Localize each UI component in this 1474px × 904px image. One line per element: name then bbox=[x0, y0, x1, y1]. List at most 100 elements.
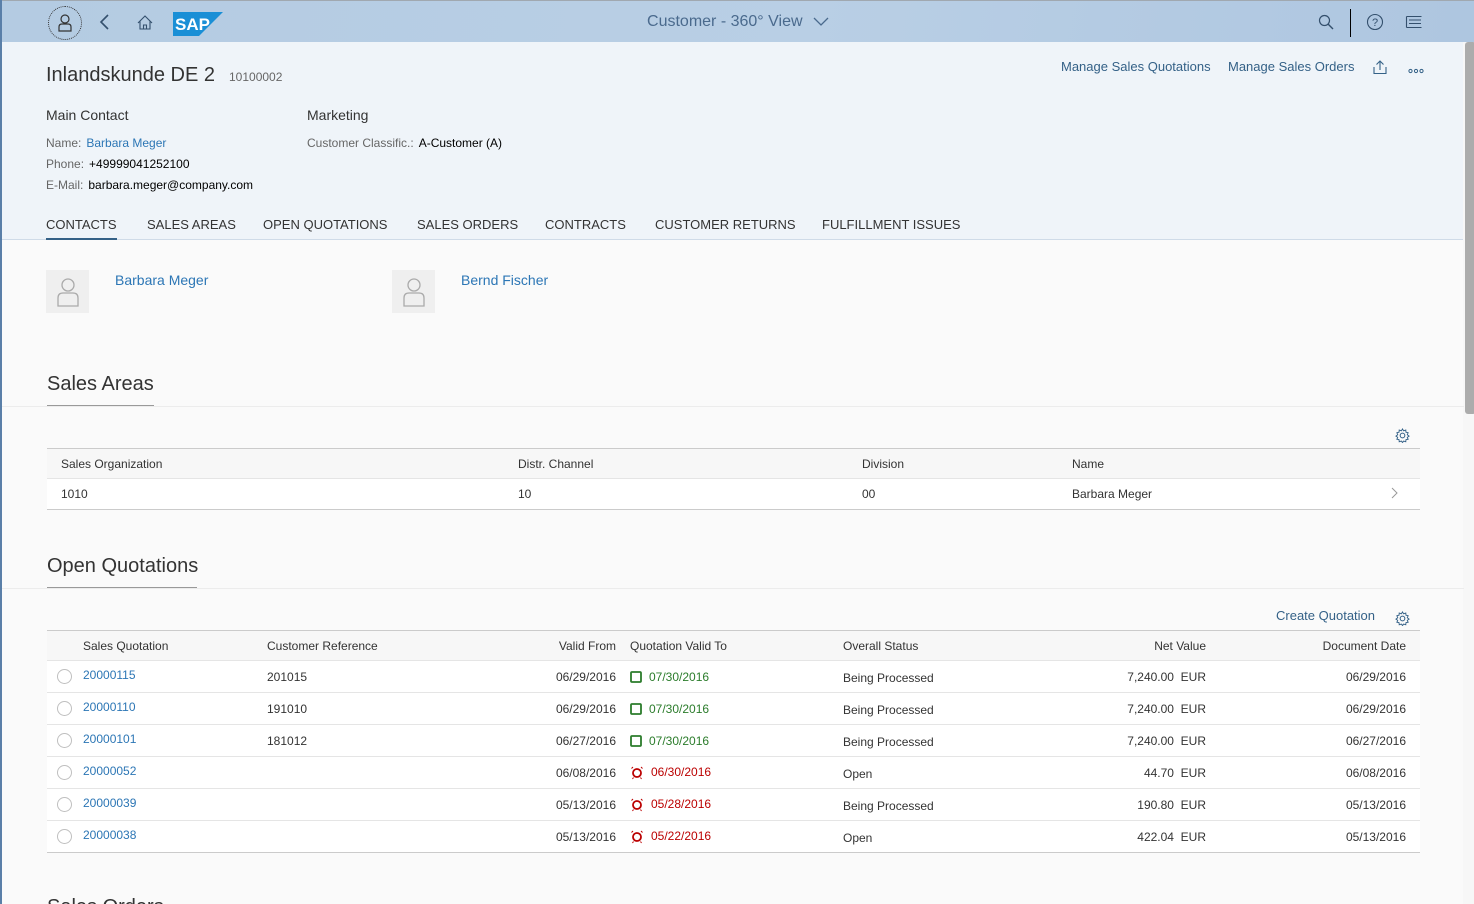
net-value-currency: EUR bbox=[1180, 797, 1206, 812]
column-header[interactable]: Overall Status bbox=[843, 630, 993, 661]
sales-quotation-link[interactable]: 20000039 bbox=[83, 796, 136, 810]
contact-email-value: barbara.meger@company.com bbox=[88, 178, 254, 192]
sales-quotation-link[interactable]: 20000110 bbox=[83, 700, 136, 714]
net-value-amount: 422.04 bbox=[1137, 829, 1174, 844]
table-row[interactable]: 20000110 191010 06/29/2016 07/30/2016 Being … bbox=[47, 692, 1420, 725]
sales-quotation-cell: 20000110 bbox=[83, 692, 267, 725]
valid-from-cell: 06/08/2016 bbox=[487, 756, 630, 789]
document-date-cell: 06/29/2016 bbox=[1211, 692, 1420, 725]
open-quotations-table: Sales Quotation Customer Reference Valid… bbox=[47, 630, 1420, 853]
column-header[interactable]: Net Value bbox=[993, 630, 1211, 661]
row-select[interactable] bbox=[47, 820, 83, 853]
column-header[interactable]: Division bbox=[862, 448, 1072, 479]
table-row[interactable]: 20000115 201015 06/29/2016 07/30/2016 Being … bbox=[47, 660, 1420, 693]
document-date-cell: 05/13/2016 bbox=[1211, 820, 1420, 853]
contact-name-field: Name: Barbara Meger bbox=[46, 136, 166, 150]
column-header[interactable]: Quotation Valid To bbox=[630, 630, 843, 661]
sales-org-cell: 1010 bbox=[47, 478, 518, 510]
table-row[interactable]: 1010 10 00 Barbara Meger bbox=[47, 478, 1420, 510]
tab-contacts[interactable]: CONTACTS bbox=[46, 217, 117, 240]
column-header[interactable]: Valid From bbox=[487, 630, 630, 661]
notifications-button[interactable] bbox=[1403, 11, 1425, 33]
quotations-settings-button[interactable] bbox=[1394, 610, 1410, 626]
customer-reference-cell: 181012 bbox=[267, 724, 487, 757]
marketing-title: Marketing bbox=[307, 107, 369, 123]
row-navigation[interactable] bbox=[1390, 478, 1420, 510]
overall-status-cell: Open bbox=[843, 820, 993, 853]
valid-to-cell: 07/30/2016 bbox=[630, 692, 843, 725]
column-header[interactable]: Customer Reference bbox=[267, 630, 487, 661]
column-header[interactable]: Sales Quotation bbox=[83, 630, 267, 661]
tab-fulfillment-issues[interactable]: FULFILLMENT ISSUES bbox=[822, 217, 960, 240]
table-row[interactable]: 20000038 05/13/2016 05/22/2016 Open 422.04 E… bbox=[47, 820, 1420, 853]
row-radio-button[interactable] bbox=[57, 701, 72, 717]
contact-name-link[interactable]: Bernd Fischer bbox=[461, 272, 548, 288]
more-button[interactable] bbox=[1407, 62, 1425, 80]
manage-sales-quotations-link[interactable]: Manage Sales Quotations bbox=[1061, 59, 1211, 74]
overdue-alarm-icon bbox=[631, 766, 643, 780]
manage-sales-orders-link[interactable]: Manage Sales Orders bbox=[1228, 59, 1354, 74]
valid-to-cell: 07/30/2016 bbox=[630, 724, 843, 757]
row-radio-button[interactable] bbox=[57, 829, 72, 845]
row-select[interactable] bbox=[47, 660, 83, 693]
customer-reference-cell: 201015 bbox=[267, 660, 487, 693]
gear-icon bbox=[1394, 427, 1410, 443]
sales-quotation-link[interactable]: 20000038 bbox=[83, 828, 136, 842]
table-row[interactable]: 20000101 181012 06/27/2016 07/30/2016 Being … bbox=[47, 724, 1420, 757]
app-title-menu[interactable]: Customer - 360° View bbox=[2, 13, 1474, 31]
shell-separator bbox=[1350, 9, 1351, 37]
valid-to-cell: 06/30/2016 bbox=[630, 756, 843, 789]
valid-to-cell: 07/30/2016 bbox=[630, 660, 843, 693]
scrollbar-thumb[interactable] bbox=[1465, 42, 1474, 414]
valid-to-value: 05/22/2016 bbox=[651, 829, 712, 844]
tab-sales-areas[interactable]: SALES AREAS bbox=[147, 217, 236, 240]
table-row[interactable]: 20000052 06/08/2016 06/30/2016 Open 44.70 EU… bbox=[47, 756, 1420, 789]
net-value-cell: 7,240.00 EUR bbox=[993, 660, 1211, 693]
vertical-scrollbar[interactable] bbox=[1463, 42, 1474, 904]
search-button[interactable] bbox=[1315, 11, 1337, 33]
customer-classification-field: Customer Classific.: A-Customer (A) bbox=[307, 136, 502, 150]
sales-quotation-cell: 20000039 bbox=[83, 788, 267, 821]
valid-to-value: 07/30/2016 bbox=[649, 669, 710, 684]
help-button[interactable]: ? bbox=[1364, 11, 1386, 33]
column-header[interactable]: Name bbox=[1072, 448, 1390, 479]
tab-customer-returns[interactable]: CUSTOMER RETURNS bbox=[655, 217, 796, 240]
net-value-currency: EUR bbox=[1180, 669, 1206, 684]
overall-status-cell: Being Processed bbox=[843, 660, 993, 693]
sales-quotation-cell: 20000052 bbox=[83, 756, 267, 789]
sales-quotation-cell: 20000101 bbox=[83, 724, 267, 757]
create-quotation-button[interactable]: Create Quotation bbox=[1276, 608, 1375, 623]
sales-quotation-link[interactable]: 20000115 bbox=[83, 668, 136, 682]
sales-quotation-link[interactable]: 20000101 bbox=[83, 732, 136, 746]
row-select[interactable] bbox=[47, 724, 83, 757]
row-radio-button[interactable] bbox=[57, 733, 72, 749]
column-header[interactable]: Distr. Channel bbox=[518, 448, 862, 479]
sales-quotation-link[interactable]: 20000052 bbox=[83, 764, 136, 778]
valid-from-cell: 05/13/2016 bbox=[487, 788, 630, 821]
share-icon bbox=[1373, 60, 1387, 75]
contact-avatar bbox=[392, 270, 435, 313]
table-row[interactable]: 20000039 05/13/2016 05/28/2016 Being Proces… bbox=[47, 788, 1420, 821]
valid-to-value: 07/30/2016 bbox=[649, 701, 710, 716]
row-radio-button[interactable] bbox=[57, 669, 72, 685]
row-select[interactable] bbox=[47, 756, 83, 789]
contact-name-link[interactable]: Barbara Meger bbox=[86, 136, 166, 150]
share-button[interactable] bbox=[1371, 58, 1389, 76]
row-radio-button[interactable] bbox=[57, 765, 72, 781]
valid-to-value: 07/30/2016 bbox=[649, 733, 710, 748]
row-select[interactable] bbox=[47, 788, 83, 821]
object-header: Inlandskunde DE 2 10100002 Manage Sales … bbox=[2, 42, 1464, 240]
column-header[interactable]: Document Date bbox=[1211, 630, 1420, 661]
row-radio-button[interactable] bbox=[57, 797, 72, 813]
sales-areas-settings-button[interactable] bbox=[1394, 427, 1410, 443]
tab-contracts[interactable]: CONTRACTS bbox=[545, 217, 626, 240]
tab-sales-orders[interactable]: SALES ORDERS bbox=[417, 217, 518, 240]
column-header[interactable]: Sales Organization bbox=[47, 448, 518, 479]
search-icon bbox=[1318, 14, 1334, 30]
row-select[interactable] bbox=[47, 692, 83, 725]
contact-phone-value: +49999041252100 bbox=[89, 157, 190, 171]
on-time-icon bbox=[630, 671, 642, 684]
tab-open-quotations[interactable]: OPEN QUOTATIONS bbox=[263, 217, 387, 240]
contact-name-link[interactable]: Barbara Meger bbox=[115, 272, 208, 288]
overall-status-cell: Being Processed bbox=[843, 788, 993, 821]
